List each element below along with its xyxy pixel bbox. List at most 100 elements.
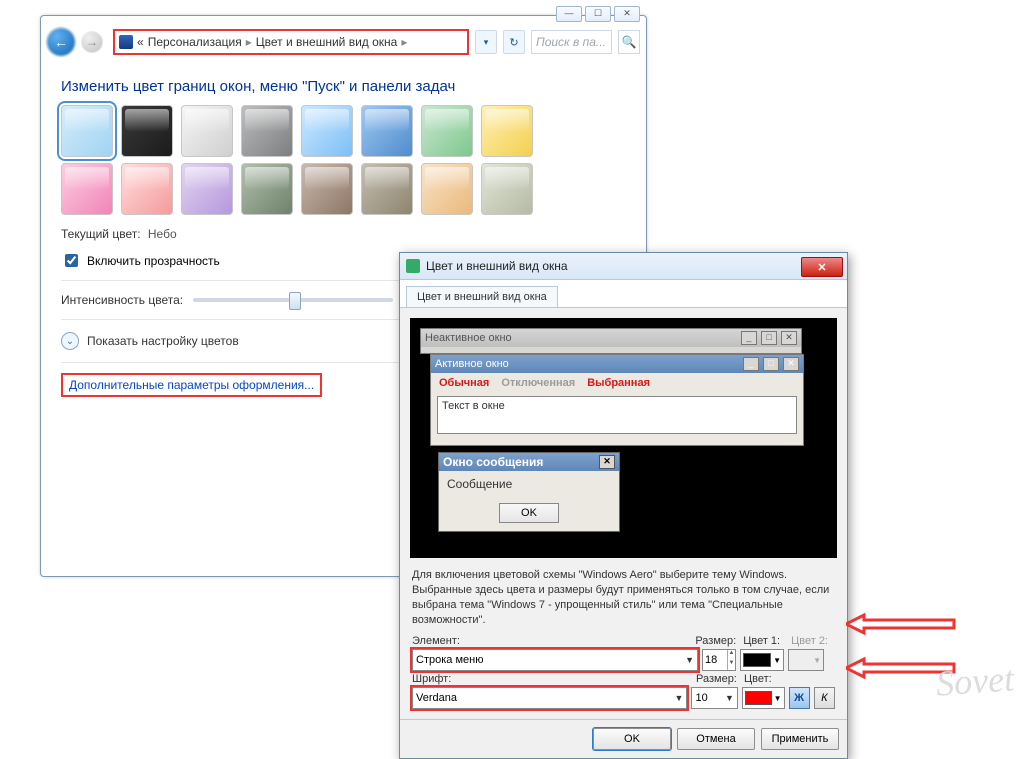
chevron-down-icon: ▼ <box>725 693 734 703</box>
chevron-right-icon: ▸ <box>246 35 252 49</box>
min-icon: _ <box>743 357 759 371</box>
close-icon: ✕ <box>781 331 797 345</box>
menu-item-normal: Обычная <box>439 377 489 389</box>
element-dropdown-value: Строка меню <box>416 654 483 666</box>
color-swatch[interactable] <box>121 105 173 157</box>
italic-toggle[interactable]: К <box>814 687 835 709</box>
element-size-input[interactable] <box>703 650 727 670</box>
search-placeholder: Поиск в па... <box>536 35 606 49</box>
element-row: Элемент: Размер: Цвет 1: Цвет 2: <box>412 635 835 647</box>
titlebar-controls: — ☐ ✕ <box>556 6 640 22</box>
page-title: Изменить цвет границ окон, меню "Пуск" и… <box>61 78 626 95</box>
search-input[interactable]: Поиск в па... <box>531 30 612 54</box>
close-button[interactable]: ✕ <box>614 6 640 22</box>
font-dropdown[interactable]: Verdana ▼ <box>412 687 687 709</box>
min-icon: _ <box>741 331 757 345</box>
transparency-checkbox[interactable] <box>65 254 78 267</box>
color-swatch[interactable] <box>61 105 113 157</box>
refresh-button[interactable]: ↻ <box>503 30 525 54</box>
font-size-label: Размер: <box>696 673 740 685</box>
chevron-down-icon: ▾ <box>484 37 489 48</box>
expand-button[interactable]: ⌄ <box>61 332 79 350</box>
font-color-picker[interactable]: ▼ <box>742 687 785 709</box>
close-icon: ✕ <box>599 455 615 469</box>
color-swatch[interactable] <box>61 163 113 215</box>
expand-label: Показать настройку цветов <box>87 334 239 348</box>
cp-icon <box>119 35 133 49</box>
slider-thumb[interactable] <box>289 292 301 310</box>
dialog-tabstrip: Цвет и внешний вид окна <box>400 280 847 308</box>
dialog-icon <box>406 259 420 273</box>
element-value-row: Строка меню ▼ ▲▼ ▼ ▼ <box>412 649 835 671</box>
advanced-appearance-link[interactable]: Дополнительные параметры оформления... <box>69 378 314 392</box>
element-dropdown[interactable]: Строка меню ▼ <box>412 649 698 671</box>
color1-picker[interactable]: ▼ <box>740 649 784 671</box>
breadcrumb-item-1[interactable]: Персонализация <box>148 35 242 49</box>
color-swatch[interactable] <box>481 105 533 157</box>
font-label: Шрифт: <box>412 673 692 685</box>
element-label: Элемент: <box>412 635 691 647</box>
color-swatch[interactable] <box>181 163 233 215</box>
dialog-title: Цвет и внешний вид окна <box>426 259 568 273</box>
chevron-down-icon: ▼ <box>685 655 694 665</box>
nav-forward-button[interactable]: → <box>81 31 103 53</box>
color-swatch[interactable] <box>301 163 353 215</box>
intensity-slider[interactable] <box>193 298 393 302</box>
preview-message-box: Окно сообщения ✕ Сообщение OK <box>438 452 620 532</box>
font-color-label: Цвет: <box>744 673 788 685</box>
color-swatch[interactable] <box>421 105 473 157</box>
arrow-right-icon: → <box>86 35 98 49</box>
color-swatch[interactable] <box>181 105 233 157</box>
color2-label: Цвет 2: <box>791 635 835 647</box>
color-swatch[interactable] <box>361 105 413 157</box>
preview-msgbox-titlebar: Окно сообщения ✕ <box>439 453 619 471</box>
color-swatch[interactable] <box>241 163 293 215</box>
minimize-button[interactable]: — <box>556 6 582 22</box>
address-dropdown-button[interactable]: ▾ <box>475 30 497 54</box>
color-swatch[interactable] <box>301 105 353 157</box>
preview-window-buttons: _ □ ✕ <box>740 331 797 345</box>
size-label: Размер: <box>695 635 739 647</box>
font-size-dropdown[interactable]: 10 ▼ <box>691 687 737 709</box>
chevron-down-icon: ▼ <box>675 693 684 703</box>
tab-appearance[interactable]: Цвет и внешний вид окна <box>406 286 558 307</box>
dialog-close-button[interactable]: ✕ <box>801 257 843 277</box>
annotation-arrow-1 <box>846 612 956 636</box>
cancel-button[interactable]: Отмена <box>677 728 755 750</box>
color-swatch[interactable] <box>421 163 473 215</box>
annotation-arrow-2 <box>846 656 956 680</box>
dialog-titlebar: Цвет и внешний вид окна ✕ <box>400 253 847 280</box>
advanced-link-highlight: Дополнительные параметры оформления... <box>61 373 322 397</box>
color1-swatch <box>743 653 771 667</box>
chevron-down-icon: ▼ <box>813 656 821 665</box>
preview-window-buttons: _ □ ✕ <box>742 357 799 371</box>
element-size-spinner[interactable]: ▲▼ <box>702 649 736 671</box>
preview-msgbox-body: Сообщение <box>439 471 619 497</box>
color2-picker: ▼ <box>788 649 824 671</box>
maximize-button[interactable]: ☐ <box>585 6 611 22</box>
color-swatch[interactable] <box>121 163 173 215</box>
color-swatch[interactable] <box>481 163 533 215</box>
color-swatch[interactable] <box>241 105 293 157</box>
address-bar[interactable]: « Персонализация ▸ Цвет и внешний вид ок… <box>113 29 469 55</box>
max-icon: □ <box>761 331 777 345</box>
close-icon: ✕ <box>783 357 799 371</box>
preview-msgbox-ok-button: OK <box>499 503 559 523</box>
nav-back-button[interactable]: ← <box>47 28 75 56</box>
color-swatch[interactable] <box>361 163 413 215</box>
refresh-icon: ↻ <box>509 36 518 49</box>
search-button[interactable]: 🔍 <box>618 30 640 54</box>
ok-button[interactable]: OK <box>593 728 671 750</box>
breadcrumb-item-2[interactable]: Цвет и внешний вид окна <box>256 35 398 49</box>
chevron-down-icon: ▼ <box>773 656 781 665</box>
preview-textbox: Текст в окне <box>437 396 797 434</box>
breadcrumb-prefix: « <box>137 35 144 49</box>
current-color-label: Текущий цвет: <box>61 227 141 241</box>
arrow-left-icon: ← <box>54 34 68 50</box>
spinner-down-icon[interactable]: ▼ <box>727 660 735 670</box>
spinner-up-icon[interactable]: ▲ <box>727 650 735 660</box>
apply-button[interactable]: Применить <box>761 728 839 750</box>
preview-active-window: Активное окно _ □ ✕ Обычная Отключенная … <box>430 354 804 446</box>
preview-inactive-window: Неактивное окно _ □ ✕ <box>420 328 802 354</box>
bold-toggle[interactable]: Ж <box>789 687 810 709</box>
